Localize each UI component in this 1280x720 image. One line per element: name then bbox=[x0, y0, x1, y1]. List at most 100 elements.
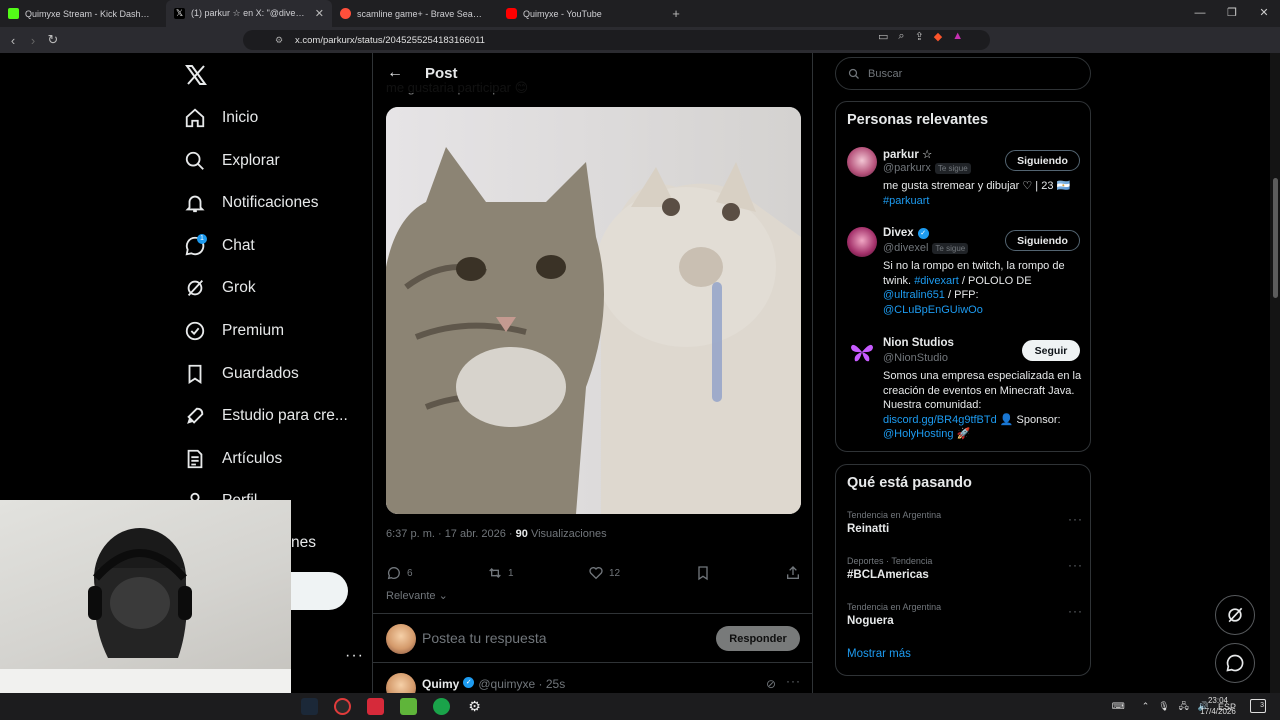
browser-tab-kick[interactable]: Quimyxe Stream - Kick Dashboard bbox=[0, 0, 166, 27]
mention-link[interactable]: @HolyHosting bbox=[883, 428, 953, 440]
reload-icon[interactable]: ↻ bbox=[43, 30, 63, 50]
mention-link[interactable]: @CLuBpEnGUiwOo bbox=[883, 304, 983, 316]
nav-item-articulos[interactable]: Artículos bbox=[184, 439, 282, 479]
search-box[interactable]: Buscar bbox=[835, 57, 1091, 90]
tray-chevron-up-icon[interactable]: ⌃ bbox=[1142, 701, 1150, 712]
person-name[interactable]: parkur ☆ bbox=[883, 147, 932, 161]
nav-item-inicio[interactable]: Inicio bbox=[184, 98, 258, 138]
discord-link[interactable]: discord.gg/BR4g9tfBTd bbox=[883, 414, 997, 426]
hashtag-link[interactable]: #parkuart bbox=[883, 195, 929, 207]
cast-icon[interactable]: ▭ bbox=[878, 30, 888, 43]
new-tab-button[interactable]: + bbox=[664, 6, 688, 21]
steam-icon[interactable] bbox=[301, 698, 318, 715]
bookmark-icon bbox=[697, 566, 708, 581]
xbox-icon[interactable] bbox=[433, 698, 450, 715]
following-button[interactable]: Siguiendo bbox=[1005, 230, 1080, 251]
trend-item[interactable]: Tendencia en Argentina Noguera ··· bbox=[847, 602, 1083, 627]
grok-explain-icon[interactable]: ⊘ bbox=[766, 677, 776, 691]
verified-badge-icon: ✓ bbox=[917, 227, 929, 239]
browser-tab-youtube[interactable]: Quimyxe - YouTube bbox=[498, 0, 664, 27]
site-settings-icon[interactable]: ⚙ bbox=[275, 35, 283, 46]
bookmark-button[interactable] bbox=[695, 565, 711, 581]
more-options-icon[interactable]: ··· bbox=[1068, 558, 1083, 572]
webcam-desk-edge bbox=[0, 669, 291, 693]
premium-icon bbox=[185, 321, 205, 341]
nav-item-notificaciones[interactable]: Notificaciones bbox=[184, 183, 319, 223]
game-launcher-icon[interactable] bbox=[400, 698, 417, 715]
keyboard-icon[interactable]: ⌨ bbox=[1112, 701, 1125, 712]
close-window-icon[interactable]: ✕ bbox=[1248, 0, 1280, 27]
person-name[interactable]: Divex ✓ bbox=[883, 227, 929, 239]
streamer-webcam-image bbox=[88, 528, 192, 658]
person-bio: Somos una empresa especializada en la cr… bbox=[883, 370, 1082, 440]
nav-item-grok[interactable]: Grok bbox=[184, 268, 256, 308]
relevant-people-title: Personas relevantes bbox=[847, 112, 989, 128]
reply-button[interactable]: 6 bbox=[386, 565, 413, 581]
person-avatar[interactable] bbox=[847, 147, 877, 177]
windows-taskbar: ⚙ ⌨ ⌃ 🎙 🖧 🔊 ESP 23:04 17/4/2026 3 bbox=[0, 693, 1280, 720]
page-scrollbar[interactable] bbox=[1270, 53, 1280, 693]
brave-rewards-icon[interactable]: ▲ bbox=[952, 30, 963, 43]
back-arrow-icon[interactable]: ← bbox=[387, 64, 403, 82]
nav-label: Grok bbox=[222, 279, 256, 296]
forward-arrow-icon[interactable]: › bbox=[23, 30, 43, 50]
mention-link[interactable]: @ultralin651 bbox=[883, 289, 945, 301]
nav-item-explorar[interactable]: Explorar bbox=[184, 141, 280, 181]
network-icon[interactable]: 🖧 bbox=[1179, 699, 1189, 715]
microphone-icon[interactable]: 🎙 bbox=[1158, 701, 1169, 712]
share-icon[interactable]: ⇪ bbox=[915, 30, 924, 43]
settings-gear-icon[interactable]: ⚙ bbox=[466, 698, 483, 715]
views-label: Visualizaciones bbox=[527, 528, 607, 540]
reply-author-avatar[interactable] bbox=[386, 673, 416, 693]
show-more-link[interactable]: Mostrar más bbox=[847, 648, 911, 660]
close-tab-icon[interactable]: ✕ bbox=[315, 7, 324, 20]
reply-sort-dropdown[interactable]: Relevante ⌄ bbox=[386, 589, 448, 602]
browser-tab-x[interactable]: 𝕏 (1) parkur ☆ en X: "@divexel @N ✕ bbox=[166, 0, 332, 27]
nav-label: Estudio para cre... bbox=[222, 407, 348, 424]
hashtag-link[interactable]: #divexart bbox=[914, 275, 959, 287]
follows-you-badge: Te sigue bbox=[934, 162, 971, 174]
trend-item[interactable]: Tendencia en Argentina Reinatti ··· bbox=[847, 510, 1083, 535]
user-avatar[interactable] bbox=[386, 624, 416, 654]
notification-center-icon[interactable]: 3 bbox=[1250, 699, 1266, 713]
grok-floating-button[interactable] bbox=[1215, 595, 1255, 635]
post-button-fragment[interactable] bbox=[291, 572, 348, 610]
x-logo-icon[interactable] bbox=[184, 63, 208, 87]
post-media-image[interactable] bbox=[386, 107, 801, 514]
reply-input[interactable]: Postea tu respuesta bbox=[422, 630, 547, 646]
repost-button[interactable]: 1 bbox=[487, 565, 514, 581]
trend-name: Noguera bbox=[847, 615, 894, 627]
follow-button[interactable]: Seguir bbox=[1022, 340, 1080, 361]
account-menu-icon[interactable]: ··· bbox=[345, 647, 364, 665]
person-name[interactable]: Nion Studios bbox=[883, 337, 954, 349]
taskbar-clock[interactable]: 23:04 17/4/2026 bbox=[1198, 695, 1238, 717]
amd-icon[interactable] bbox=[367, 698, 384, 715]
nav-item-chat[interactable]: 1 Chat bbox=[184, 226, 255, 266]
nav-item-estudio[interactable]: Estudio para cre... bbox=[184, 396, 348, 436]
trend-item[interactable]: Deportes · Tendencia #BCLAmericas ··· bbox=[847, 556, 1083, 581]
person-avatar[interactable] bbox=[847, 227, 877, 257]
back-arrow-icon[interactable]: ‹ bbox=[3, 30, 23, 50]
webcam-overlay bbox=[0, 500, 291, 693]
nav-item-premium[interactable]: Premium bbox=[184, 311, 284, 351]
person-avatar[interactable] bbox=[847, 337, 877, 367]
reply-submit-button[interactable]: Responder bbox=[716, 626, 800, 651]
tab-title: Quimyxe - YouTube bbox=[523, 8, 602, 19]
brave-shields-icon[interactable]: ◆ bbox=[934, 30, 942, 43]
restore-icon[interactable]: ❐ bbox=[1216, 0, 1248, 27]
obs-icon[interactable] bbox=[334, 698, 351, 715]
like-button[interactable]: 12 bbox=[588, 565, 620, 581]
minimize-icon[interactable]: — bbox=[1184, 0, 1216, 27]
share-button[interactable] bbox=[785, 565, 801, 581]
nav-item-more-options-fragment[interactable]: nes bbox=[291, 534, 316, 552]
scrollbar-thumb[interactable] bbox=[1273, 178, 1278, 298]
following-button[interactable]: Siguiendo bbox=[1005, 150, 1080, 171]
chat-floating-button[interactable] bbox=[1215, 643, 1255, 683]
browser-tab-brave-search[interactable]: scamline game+ - Brave Search bbox=[332, 0, 498, 27]
more-options-icon[interactable]: ··· bbox=[1068, 512, 1083, 526]
post-more-icon[interactable]: ··· bbox=[786, 674, 801, 688]
zoom-icon[interactable]: ⌕ bbox=[898, 30, 904, 43]
reply-author-name[interactable]: Quimy bbox=[422, 677, 459, 691]
more-options-icon[interactable]: ··· bbox=[1068, 604, 1083, 618]
nav-item-guardados[interactable]: Guardados bbox=[184, 354, 299, 394]
